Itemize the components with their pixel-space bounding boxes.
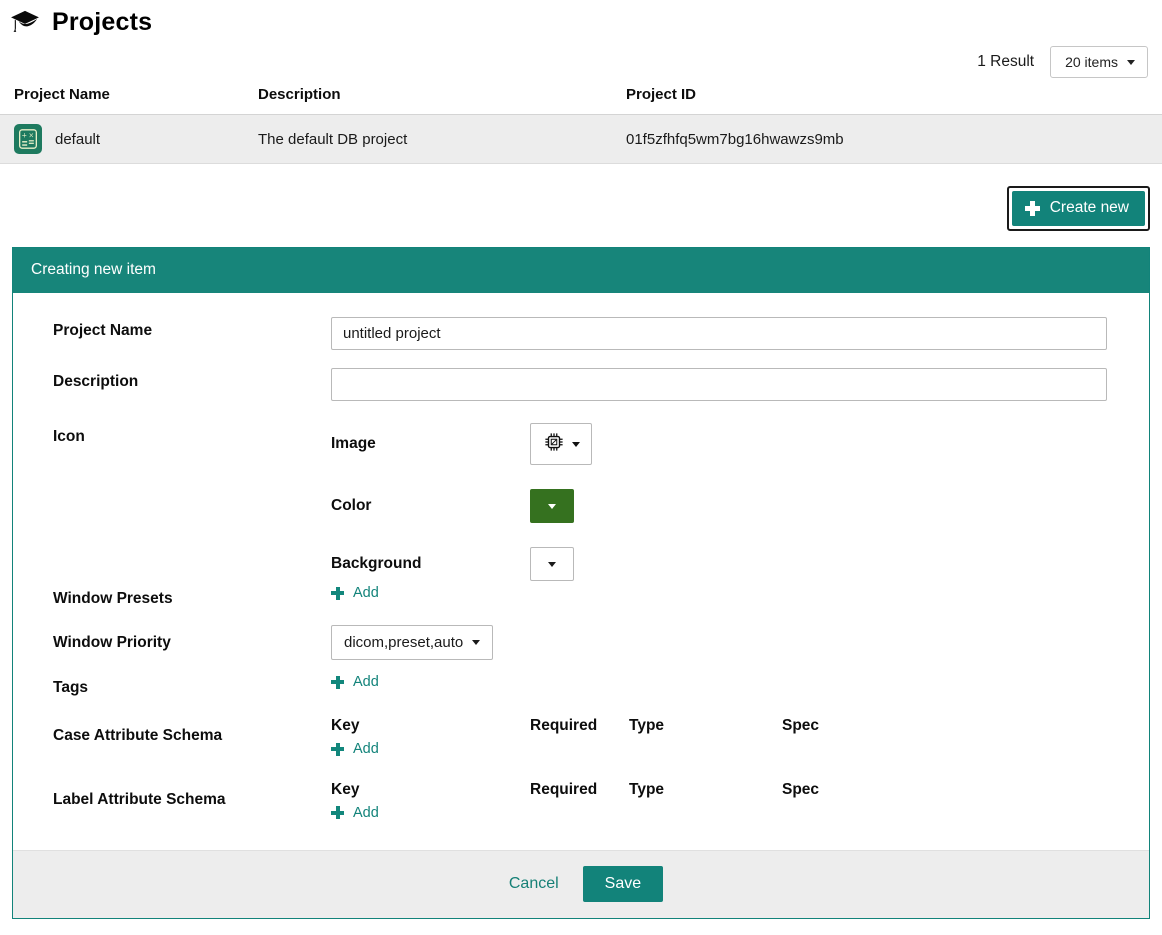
column-header-required: Required — [530, 717, 629, 735]
svg-text:×: × — [29, 132, 35, 140]
chevron-down-icon — [548, 562, 556, 567]
description-input[interactable] — [331, 368, 1107, 401]
create-new-row: Create new — [0, 164, 1162, 231]
chevron-down-icon — [1127, 60, 1135, 65]
items-per-page-value: 20 items — [1065, 54, 1118, 70]
add-label: Add — [353, 674, 379, 690]
cell-project-id: 01f5zfhfq5wm7bg16hwawzs9mb — [626, 115, 1162, 164]
create-item-panel: Creating new item Project Name Descripti… — [12, 247, 1150, 919]
add-case-attribute-button[interactable]: Add — [331, 741, 379, 757]
label-window-presets: Window Presets — [53, 585, 331, 608]
field-case-attribute-schema: Case Attribute Schema Key Required Type … — [13, 717, 1149, 761]
table-header-row: Project Name Description Project ID — [0, 86, 1162, 115]
label-schema-columns: Key Required Type Spec — [331, 781, 1107, 799]
field-icon: Icon Image — [13, 423, 1149, 585]
add-label: Add — [353, 741, 379, 757]
plus-icon — [331, 806, 344, 819]
column-header-project-id: Project ID — [626, 86, 1162, 115]
projects-table: Project Name Description Project ID + × — [0, 86, 1162, 164]
add-label: Add — [353, 585, 379, 601]
field-project-name: Project Name — [13, 317, 1149, 350]
subfield-background: Background — [331, 547, 1107, 581]
project-name-input[interactable] — [331, 317, 1107, 350]
label-case-attribute-schema: Case Attribute Schema — [53, 717, 331, 745]
column-header-project-name: Project Name — [0, 86, 258, 115]
subfield-color: Color — [331, 489, 1107, 523]
add-label: Add — [353, 805, 379, 821]
panel-footer: Cancel Save — [13, 850, 1149, 918]
icon-color-select[interactable] — [530, 489, 574, 523]
column-header-required: Required — [530, 781, 629, 799]
field-tags: Tags Add — [13, 674, 1149, 697]
save-button[interactable]: Save — [583, 866, 663, 902]
items-per-page-select[interactable]: 20 items — [1050, 46, 1148, 78]
chevron-down-icon — [472, 640, 480, 645]
window-priority-value: dicom,preset,auto — [344, 634, 463, 651]
column-header-key: Key — [331, 781, 530, 799]
label-tags: Tags — [53, 674, 331, 697]
result-count: 1 Result — [977, 53, 1034, 71]
column-header-description: Description — [258, 86, 626, 115]
column-header-key: Key — [331, 717, 530, 735]
svg-text:+: + — [21, 132, 27, 140]
icon-image-select[interactable] — [530, 423, 592, 465]
chevron-down-icon — [572, 442, 580, 447]
column-header-spec: Spec — [782, 717, 819, 735]
icon-background-select[interactable] — [530, 547, 574, 581]
page-header: Projects — [0, 0, 1162, 38]
table-row[interactable]: + × default The default DB project 01f5z… — [0, 115, 1162, 164]
plus-icon — [331, 676, 344, 689]
add-tag-button[interactable]: Add — [331, 674, 379, 690]
cpu-chip-icon — [543, 431, 565, 458]
label-label-attribute-schema: Label Attribute Schema — [53, 781, 331, 809]
cell-project-name: + × default — [0, 115, 258, 164]
subfield-image: Image — [331, 423, 1107, 465]
label-project-name: Project Name — [53, 317, 331, 340]
label-color: Color — [331, 497, 530, 515]
page-title: Projects — [52, 8, 152, 37]
add-window-preset-button[interactable]: Add — [331, 585, 379, 601]
label-description: Description — [53, 368, 331, 391]
case-schema-columns: Key Required Type Spec — [331, 717, 1107, 735]
field-label-attribute-schema: Label Attribute Schema Key Required Type… — [13, 781, 1149, 825]
create-new-focus-ring: Create new — [1007, 186, 1150, 231]
add-label-attribute-button[interactable]: Add — [331, 805, 379, 821]
label-background: Background — [331, 555, 530, 573]
chevron-down-icon — [548, 504, 556, 509]
field-window-presets: Window Presets Add — [13, 585, 1149, 608]
label-icon: Icon — [53, 423, 331, 446]
column-header-type: Type — [629, 717, 782, 735]
column-header-type: Type — [629, 781, 782, 799]
window-priority-select[interactable]: dicom,preset,auto — [331, 625, 493, 660]
result-toolbar: 1 Result 20 items — [0, 38, 1162, 86]
plus-icon — [331, 743, 344, 756]
graduation-cap-icon — [10, 9, 40, 35]
panel-body: Project Name Description Icon Image — [13, 293, 1149, 850]
create-new-button[interactable]: Create new — [1012, 191, 1145, 226]
create-new-label: Create new — [1050, 199, 1129, 217]
label-image: Image — [331, 435, 530, 453]
calculator-icon: + × — [14, 124, 42, 154]
project-name-text: default — [55, 131, 100, 148]
cell-description: The default DB project — [258, 115, 626, 164]
field-description: Description — [13, 368, 1149, 401]
column-header-spec: Spec — [782, 781, 819, 799]
label-window-priority: Window Priority — [53, 625, 331, 652]
panel-title: Creating new item — [13, 248, 1149, 293]
plus-icon — [1025, 201, 1040, 216]
field-window-priority: Window Priority dicom,preset,auto — [13, 625, 1149, 660]
cancel-button[interactable]: Cancel — [499, 868, 569, 900]
plus-icon — [331, 587, 344, 600]
